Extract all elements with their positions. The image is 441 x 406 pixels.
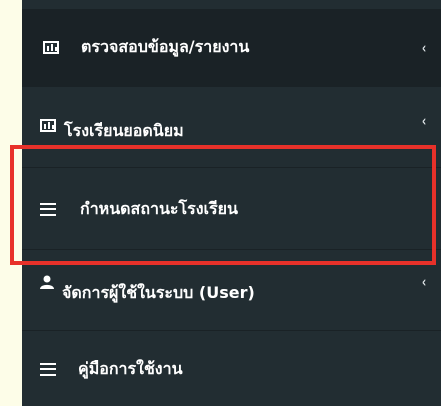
menu-item-label: ตรวจสอบข้อมูล/รายงาน	[81, 37, 250, 56]
bars-icon	[40, 202, 56, 216]
bars-icon	[40, 362, 56, 376]
menu-item-user-management[interactable]: จัดการผู้ใช้ในระบบ (User) ‹	[22, 251, 441, 331]
menu-item-user-manual[interactable]: คู่มือการใช้งาน	[22, 332, 441, 406]
chevron-left-icon: ‹	[421, 273, 427, 291]
menu-item-label: โรงเรียนยอดนิยม	[64, 121, 184, 140]
sidebar-menu: ตรวจสอบข้อมูล/รายงาน ‹ โรงเรียนยอดนิยม ‹…	[22, 0, 441, 406]
bar-chart-icon	[43, 41, 59, 54]
menu-item-label: กำหนดสถานะโรงเรียน	[80, 198, 238, 218]
menu-item-label: คู่มือการใช้งาน	[78, 358, 183, 378]
bar-chart-icon	[40, 119, 56, 132]
chevron-left-icon: ‹	[421, 38, 427, 57]
menu-item-check-data-report[interactable]: ตรวจสอบข้อมูล/รายงาน ‹	[22, 9, 441, 87]
chevron-left-icon: ‹	[421, 112, 427, 130]
menu-item-popular-schools[interactable]: โรงเรียนยอดนิยม ‹	[22, 88, 441, 168]
menu-item-set-school-status[interactable]: กำหนดสถานะโรงเรียน	[22, 169, 441, 250]
user-icon	[40, 275, 54, 289]
menu-item-label: จัดการผู้ใช้ในระบบ (User)	[62, 283, 255, 302]
